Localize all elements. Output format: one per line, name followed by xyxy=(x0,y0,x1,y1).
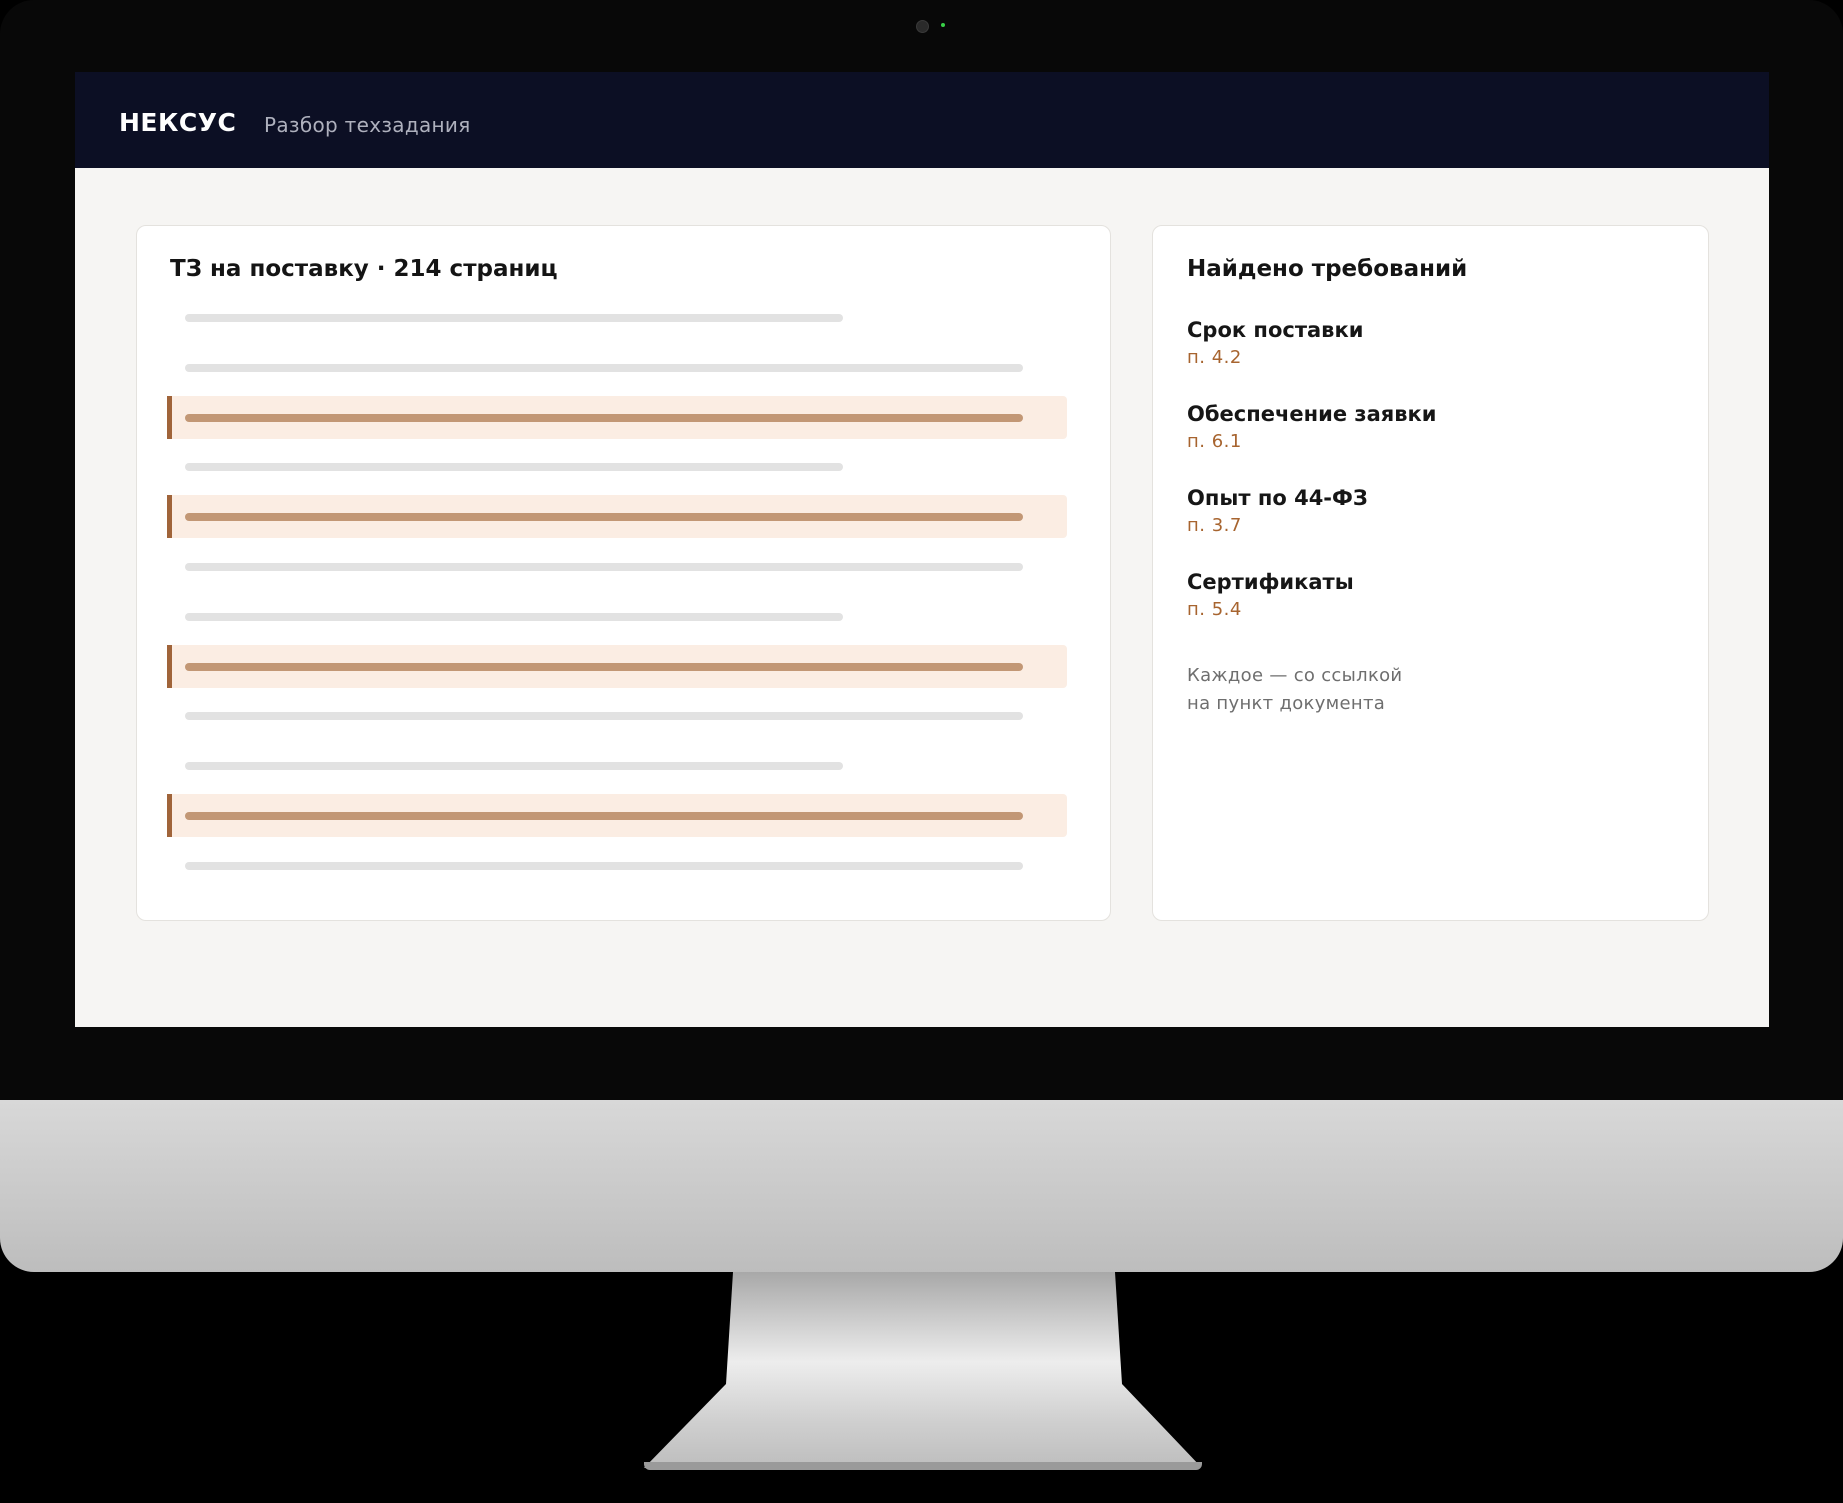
brand-logo[interactable]: НЕКСУС xyxy=(119,108,236,137)
text-line-bar xyxy=(185,363,1023,372)
top-navigation-bar: НЕКСУС Разбор техзадания xyxy=(75,72,1769,168)
monitor-stand xyxy=(644,1272,1200,1468)
requirement-item[interactable]: Обеспечение заявки п. 6.1 xyxy=(1187,402,1437,452)
document-title: ТЗ на поставку · 214 страниц xyxy=(170,256,558,282)
requirements-card: Найдено требований Срок поставки п. 4.2 … xyxy=(1152,225,1709,921)
text-line-bar xyxy=(185,513,1023,522)
text-line-bar xyxy=(185,612,843,621)
requirement-clause-link[interactable]: п. 4.2 xyxy=(1187,347,1363,368)
text-line-bar xyxy=(185,563,1023,571)
requirement-clause-link[interactable]: п. 6.1 xyxy=(1187,431,1437,452)
text-line-bar xyxy=(185,712,1023,721)
requirement-item[interactable]: Срок поставки п. 4.2 xyxy=(1187,318,1363,368)
text-line-bar xyxy=(185,314,843,322)
camera-led-indicator xyxy=(941,23,945,27)
requirement-label: Сертификаты xyxy=(1187,570,1354,594)
monitor-stand-base xyxy=(644,1462,1202,1470)
highlight-marker xyxy=(167,794,172,837)
highlight-marker xyxy=(167,495,172,539)
requirement-label: Опыт по 44-ФЗ xyxy=(1187,486,1368,510)
document-card: ТЗ на поставку · 214 страниц xyxy=(136,225,1111,921)
text-line-bar xyxy=(185,812,1023,820)
requirements-title: Найдено требований xyxy=(1187,256,1468,282)
highlight-marker xyxy=(167,644,172,688)
requirement-item[interactable]: Сертификаты п. 5.4 xyxy=(1187,570,1354,620)
requirement-label: Срок поставки xyxy=(1187,318,1364,342)
monitor-chin xyxy=(0,1100,1843,1272)
note-line: Каждое — со ссылкой xyxy=(1187,665,1403,686)
text-line-bar xyxy=(185,463,843,472)
requirement-clause-link[interactable]: п. 3.7 xyxy=(1187,515,1368,536)
requirement-clause-link[interactable]: п. 5.4 xyxy=(1187,599,1354,620)
text-line-bar xyxy=(185,413,1023,422)
text-line-bar xyxy=(185,861,1023,870)
note-line: на пункт документа xyxy=(1187,693,1386,714)
requirement-label: Обеспечение заявки xyxy=(1187,402,1437,426)
page-subtitle: Разбор техзадания xyxy=(264,113,471,137)
requirements-note: Каждое — со ссылкой на пункт документа xyxy=(1187,662,1507,718)
camera-icon xyxy=(916,20,929,33)
text-line-bar xyxy=(185,662,1023,671)
monitor-bezel: НЕКСУС Разбор техзадания ТЗ на поставку … xyxy=(0,0,1843,1272)
requirement-item[interactable]: Опыт по 44-ФЗ п. 3.7 xyxy=(1187,486,1368,536)
app-screen: НЕКСУС Разбор техзадания ТЗ на поставку … xyxy=(75,72,1769,1027)
highlight-marker xyxy=(167,395,172,439)
text-line-bar xyxy=(185,762,843,771)
